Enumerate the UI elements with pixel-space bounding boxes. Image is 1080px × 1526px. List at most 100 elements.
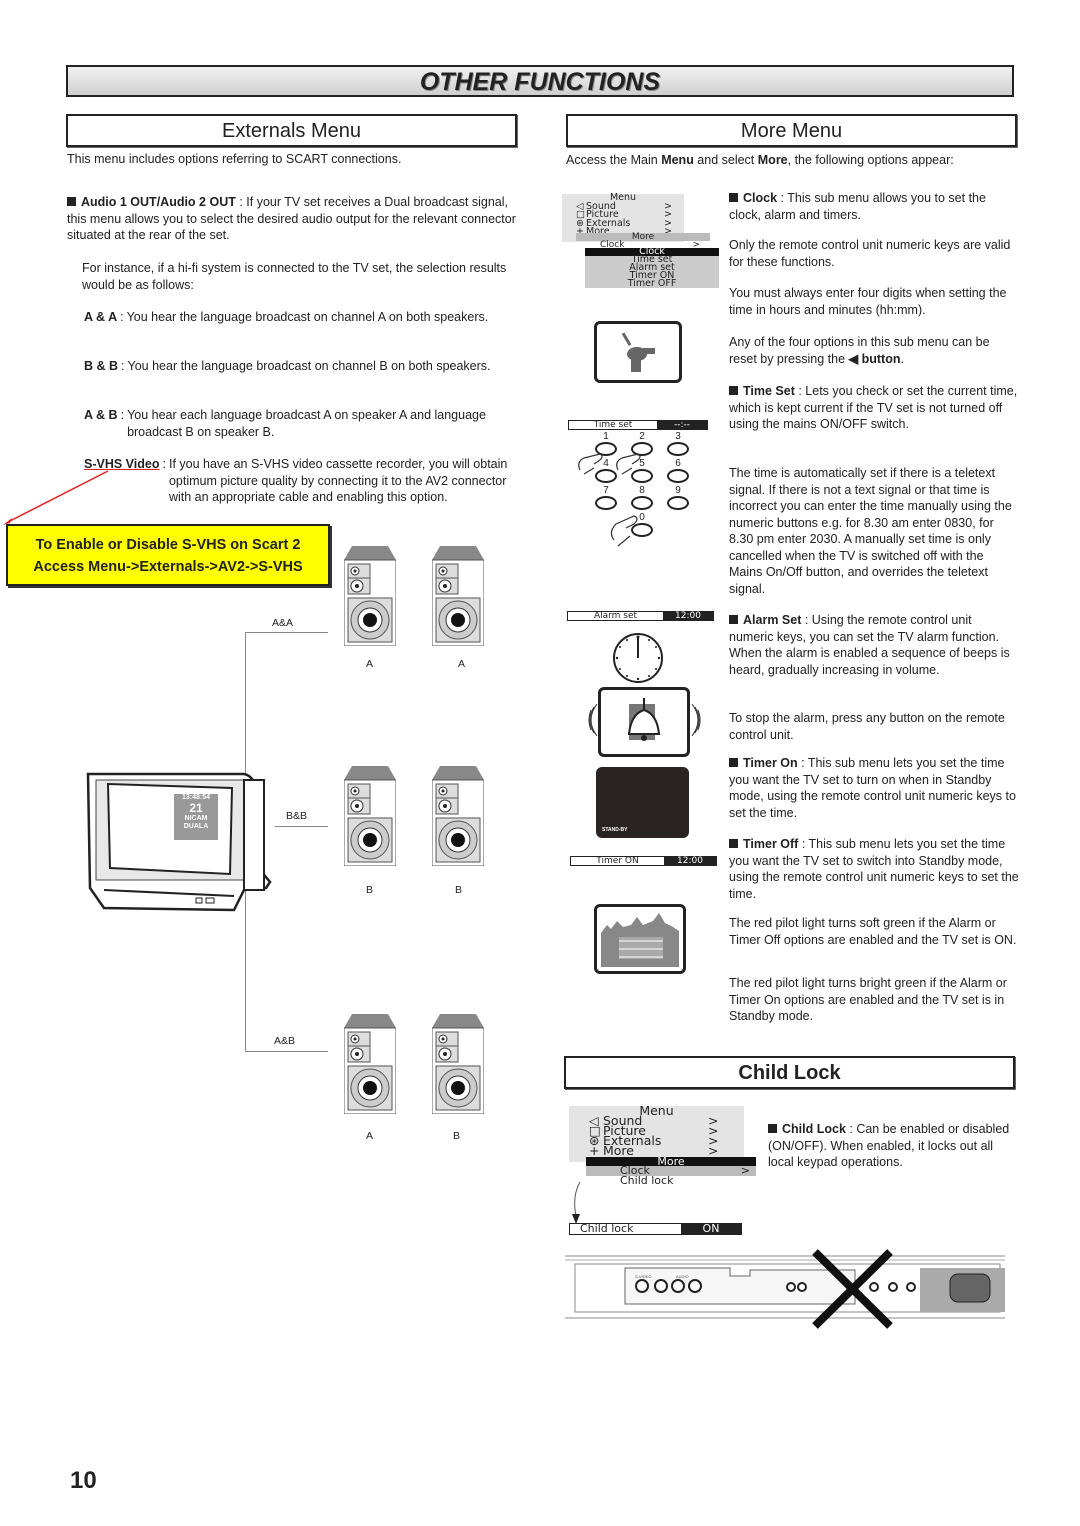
- svhs-callout: To Enable or Disable S-VHS on Scart 2 Ac…: [6, 524, 330, 586]
- speaker-label: B: [455, 884, 463, 896]
- osd-time-set-label: Time set: [569, 421, 657, 430]
- speaker-label: A: [366, 658, 374, 670]
- externals-section-header: Externals Menu: [66, 114, 517, 147]
- bullet-square-icon: [729, 839, 738, 848]
- standby-screen-icon: STAND-BY: [596, 767, 689, 838]
- pointing-hand-icon: [578, 453, 641, 547]
- speaker-icon: [431, 546, 485, 651]
- city-screen-icon: [594, 904, 686, 974]
- panel-label-svideo: S-VIDEO: [635, 1274, 652, 1279]
- svhs-item: S-VHS Video: If you have an S-VHS video c…: [84, 456, 516, 506]
- banner-title: OTHER FUNCTIONS: [419, 68, 661, 96]
- timer-off-term: Timer Off: [743, 837, 799, 851]
- clock-p1: Only the remote control unit numeric key…: [729, 238, 1011, 269]
- tv-osd-mode: DUALA: [183, 823, 209, 830]
- osd-clock-submenu: Clock Time set Alarm set Timer ON Timer …: [585, 247, 719, 289]
- speaker-label: A: [366, 1130, 374, 1142]
- plus-icon: +: [589, 1143, 600, 1158]
- alarm-bell-screen-icon: [598, 687, 690, 757]
- child-lock-section-header: Child Lock: [564, 1056, 1015, 1089]
- intro-text: Access the Main: [566, 153, 662, 167]
- osd-more-item-child-lock[interactable]: Child lock: [620, 1175, 673, 1186]
- osd-child-lock-value: ON: [681, 1223, 741, 1234]
- externals-intro: This menu includes options referring to …: [67, 152, 402, 166]
- osd-more-header: More: [586, 1156, 756, 1167]
- bullet-square-icon: [729, 386, 738, 395]
- tv-osd-time: 13:48:54: [181, 794, 211, 801]
- externals-title: Externals Menu: [222, 120, 361, 142]
- option-b-b: B & B: You hear the language broadcast on…: [84, 359, 491, 373]
- svhs-text: If you have an S-VHS video cassette reco…: [168, 457, 508, 504]
- osd-time-set-bar: Time set --:--: [568, 420, 708, 430]
- connector-line: [245, 632, 246, 1052]
- time-set-item: Time Set : Lets you check or set the cur…: [729, 383, 1019, 433]
- clock-item: Clock : This sub menu allows you to set …: [729, 190, 1019, 223]
- more-title: More Menu: [740, 120, 843, 142]
- more-section-header: More Menu: [566, 114, 1017, 147]
- osd-clock-item[interactable]: Timer OFF: [585, 279, 719, 289]
- curved-arrow-icon: [572, 1181, 581, 1224]
- option-term: A & B: [84, 408, 118, 422]
- speaker-icon: [431, 766, 485, 871]
- time-set-term: Time Set: [743, 384, 795, 398]
- connector-line: [245, 1051, 328, 1052]
- intro-text: and select: [693, 153, 758, 167]
- callout-line-2: Access Menu->Externals->AV2->S-VHS: [33, 559, 303, 575]
- clock-term: Clock: [743, 191, 778, 205]
- callout-arrow-icon: [3, 470, 109, 525]
- clock-face-icon: [613, 633, 663, 683]
- osd-timer-on-value: 12:00: [664, 857, 716, 866]
- clock-p3: Any of the four options in this sub menu…: [729, 335, 990, 366]
- child-lock-term: Child Lock: [782, 1122, 846, 1136]
- option-text: You hear each language broadcast A on sp…: [127, 408, 486, 439]
- group-label: B&B: [286, 810, 308, 822]
- bullet-square-icon: [729, 193, 738, 202]
- osd-child-lock-label: Child lock: [570, 1223, 681, 1234]
- speaker-icon: [343, 546, 397, 651]
- osd-time-set-value: --:--: [657, 421, 707, 430]
- osd-timer-on-label: Timer ON: [571, 857, 664, 866]
- speaker-label: B: [366, 884, 374, 896]
- intro-menu-term: Menu: [661, 153, 694, 167]
- osd-alarm-set-label: Alarm set: [568, 612, 663, 621]
- bullet-square-icon: [729, 758, 738, 767]
- more-intro: Access the Main Menu and select More, th…: [566, 152, 1026, 169]
- bullet-square-icon: [768, 1124, 777, 1133]
- page-number: 10: [70, 1467, 97, 1494]
- connector-line: [275, 826, 328, 827]
- standby-label: STAND-BY: [602, 827, 628, 833]
- time-set-p1: The time is automatically set if there i…: [729, 466, 1012, 596]
- speaker-icon: [431, 1014, 485, 1119]
- speaker-icon: [343, 766, 397, 871]
- bullet-square-icon: [729, 615, 738, 624]
- speaker-label: A: [458, 658, 466, 670]
- timer-off-p1: The red pilot light turns soft green if …: [729, 916, 1017, 947]
- option-term: B & B: [84, 359, 119, 373]
- alarm-set-term: Alarm Set: [743, 613, 802, 627]
- key-3[interactable]: 3: [660, 431, 696, 456]
- timer-off-p2: The red pilot light turns bright green i…: [729, 976, 1007, 1023]
- tv-osd-audio: NICAM: [184, 815, 208, 822]
- key-6[interactable]: 6: [660, 458, 696, 483]
- reset-button-ref: ◀ button: [848, 351, 901, 366]
- option-text: You hear the language broadcast on chann…: [127, 359, 491, 373]
- bullet-square-icon: [67, 197, 76, 206]
- callout-line-1: To Enable or Disable S-VHS on Scart 2: [35, 537, 301, 553]
- tv-front-panel-icon: [565, 1249, 1005, 1329]
- sound-waves-icon: [691, 703, 701, 737]
- intro-more-term: More: [757, 153, 788, 167]
- audio-out-term: Audio 1 OUT/Audio 2 OUT: [81, 195, 236, 209]
- connector-line: [245, 632, 328, 633]
- timer-off-item: Timer Off : This sub menu lets you set t…: [729, 836, 1019, 902]
- intro-text: , the following options appear:: [787, 153, 954, 167]
- osd-child-lock-bar: Child lock ON: [569, 1223, 742, 1235]
- hifi-intro: For instance, if a hi-fi system is conne…: [82, 261, 507, 292]
- child-lock-item: Child Lock : Can be enabled or disabled …: [768, 1121, 1018, 1171]
- option-a-a: A & A: You hear the language broadcast on…: [84, 310, 489, 324]
- sound-waves-icon: [588, 703, 598, 737]
- osd-alarm-set-bar: Alarm set 12:00: [567, 611, 714, 621]
- option-text: You hear the language broadcast on chann…: [126, 310, 489, 324]
- group-label: A&B: [274, 1035, 296, 1047]
- timer-on-term: Timer On: [743, 756, 798, 770]
- key-9[interactable]: 9: [660, 485, 696, 510]
